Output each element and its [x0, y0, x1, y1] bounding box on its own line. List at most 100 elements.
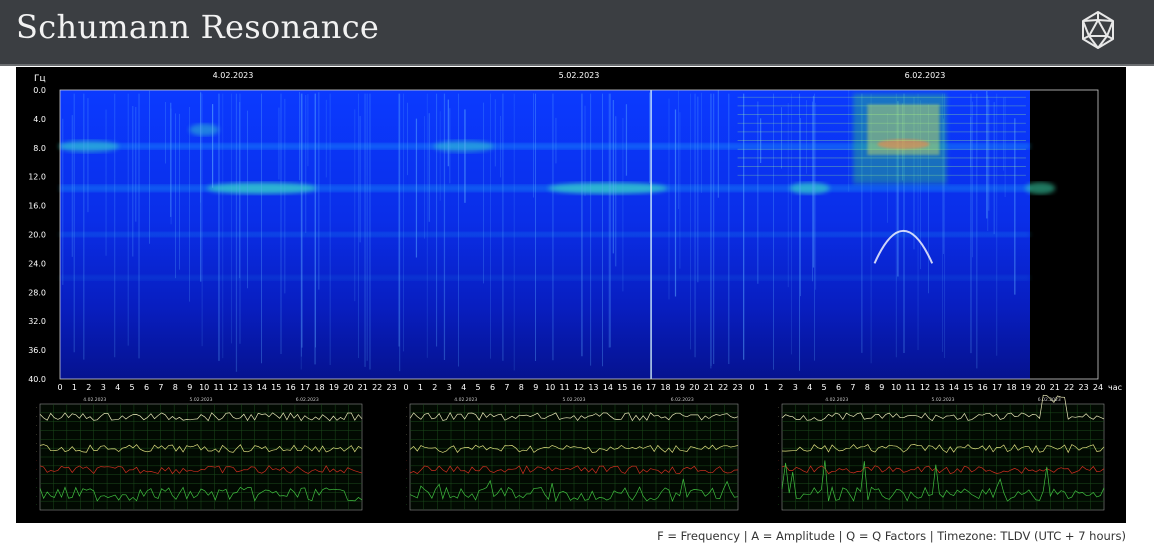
mini-axis-tick: ·: [36, 405, 37, 410]
hour-tick-label: 18: [1006, 383, 1016, 392]
mini-axis-tick: ·: [778, 432, 779, 437]
hour-tick-label: 3: [101, 383, 106, 392]
hour-tick-label: 15: [271, 383, 281, 392]
mini-axis-tick: ·: [406, 467, 407, 472]
hour-tick-label: 13: [934, 383, 944, 392]
hours-unit-label: час: [1108, 383, 1122, 392]
mini-axis-tick: ·: [406, 432, 407, 437]
hour-tick-label: 0: [749, 383, 754, 392]
mini-axis-tick: ·: [778, 405, 779, 410]
hour-tick-label: 12: [574, 383, 584, 392]
frequency-tick-label: 20.0: [28, 231, 46, 240]
hour-tick-label: 2: [86, 383, 91, 392]
hour-tick-label: 11: [559, 383, 569, 392]
band-highlight: [1025, 182, 1056, 195]
hour-tick-label: 20: [1035, 383, 1045, 392]
hour-tick-label: 18: [660, 383, 670, 392]
mini-axis-tick: ·: [406, 423, 407, 428]
frequency-tick-label: 28.0: [28, 288, 46, 297]
hour-tick-label: 3: [793, 383, 798, 392]
hour-tick-label: 3: [447, 383, 452, 392]
hour-tick-label: 17: [300, 383, 310, 392]
hour-tick-label: 16: [978, 383, 988, 392]
hour-tick-label: 16: [632, 383, 642, 392]
mini-chart-q-factors: 4.02.2023 5.02.2023 6.02.2023············: [778, 394, 1105, 511]
mini-axis-tick: ·: [778, 485, 779, 490]
mini-axis-tick: ·: [406, 405, 407, 410]
hour-tick-label: 21: [704, 383, 714, 392]
mini-axis-tick: ·: [778, 414, 779, 419]
mini-axis-tick: ·: [406, 458, 407, 463]
mini-axis-tick: ·: [36, 493, 37, 498]
mini-axis-tick: ·: [406, 493, 407, 498]
mini-axis-tick: ·: [406, 502, 407, 507]
hour-tick-label: 15: [617, 383, 627, 392]
mini-date-label: 4.02.2023: [454, 397, 477, 403]
chart-caption: F = Frequency | A = Amplitude | Q = Q Fa…: [657, 529, 1126, 543]
hour-tick-label: 19: [675, 383, 685, 392]
band-highlight: [789, 182, 830, 195]
frequency-tick-label: 36.0: [28, 346, 46, 355]
resonance-band: [60, 184, 1030, 192]
hour-tick-label: 10: [545, 383, 555, 392]
hour-tick-label: 5: [476, 383, 481, 392]
mini-date-label: 5.02.2023: [190, 397, 213, 403]
hour-tick-label: 23: [386, 383, 396, 392]
frequency-tick-label: 4.0: [33, 115, 46, 124]
hour-tick-label: 22: [372, 383, 382, 392]
mini-axis-tick: ·: [406, 485, 407, 490]
frequency-tick-label: 12.0: [28, 173, 46, 182]
hour-tick-label: 14: [257, 383, 267, 392]
hour-tick-label: 8: [173, 383, 178, 392]
mini-axis-tick: ·: [406, 476, 407, 481]
hour-tick-label: 9: [879, 383, 884, 392]
band-highlight: [58, 140, 119, 153]
page-title: Schumann Resonance: [16, 8, 380, 46]
date-label: 5.02.2023: [559, 71, 600, 80]
hour-tick-label: 24: [1093, 383, 1103, 392]
mini-axis-tick: ·: [36, 485, 37, 490]
mini-axis-tick: ·: [406, 449, 407, 454]
resonance-band: [60, 275, 1030, 281]
hour-tick-label: 6: [490, 383, 495, 392]
frequency-tick-label: 24.0: [28, 259, 46, 268]
resonance-band: [60, 232, 1030, 237]
mini-axis-tick: ·: [36, 423, 37, 428]
mini-axis-tick: ·: [36, 414, 37, 419]
mini-date-label: 5.02.2023: [932, 397, 955, 403]
mini-axis-tick: ·: [778, 493, 779, 498]
hour-tick-label: 4: [115, 383, 120, 392]
hour-tick-label: 2: [432, 383, 437, 392]
hour-tick-label: 16: [286, 383, 296, 392]
mini-date-label: 6.02.2023: [671, 397, 694, 403]
hour-tick-label: 1: [72, 383, 77, 392]
hour-tick-label: 22: [718, 383, 728, 392]
hour-tick-label: 20: [343, 383, 353, 392]
mini-chart-amplitude: 4.02.2023 5.02.2023 6.02.2023 · · · · · · · · · · · ·: [406, 397, 739, 511]
hour-tick-label: 10: [891, 383, 901, 392]
mini-axis-tick: ·: [778, 458, 779, 463]
mini-axis-tick: ·: [36, 458, 37, 463]
hour-tick-label: 5: [130, 383, 135, 392]
hour-tick-label: 5: [822, 383, 827, 392]
mini-axis-tick: ·: [778, 423, 779, 428]
band-highlight: [433, 140, 494, 153]
hour-tick-label: 14: [949, 383, 959, 392]
hour-tick-label: 7: [504, 383, 509, 392]
hour-tick-label: 22: [1064, 383, 1074, 392]
date-label: 6.02.2023: [905, 71, 946, 80]
mini-axis-tick: ·: [778, 467, 779, 472]
icosahedron-icon[interactable]: [1080, 10, 1116, 50]
hour-tick-label: 20: [689, 383, 699, 392]
schumann-chart-panel: Гц 4.02.2023 5.02.2023 6.02.2023 0.0 4.0 8.0 12…: [16, 67, 1126, 523]
frequency-tick-label: 40.0: [28, 375, 46, 384]
hour-tick-label: 23: [732, 383, 742, 392]
hour-tick-label: 7: [158, 383, 163, 392]
frequency-tick-label: 0.0: [33, 86, 46, 95]
hour-tick-label: 10: [199, 383, 209, 392]
frequency-tick-label: 8.0: [33, 144, 46, 153]
frequency-tick-label: 32.0: [28, 317, 46, 326]
frequency-tick-label: 16.0: [28, 202, 46, 211]
mini-axis-tick: ·: [778, 476, 779, 481]
hour-tick-label: 11: [905, 383, 915, 392]
